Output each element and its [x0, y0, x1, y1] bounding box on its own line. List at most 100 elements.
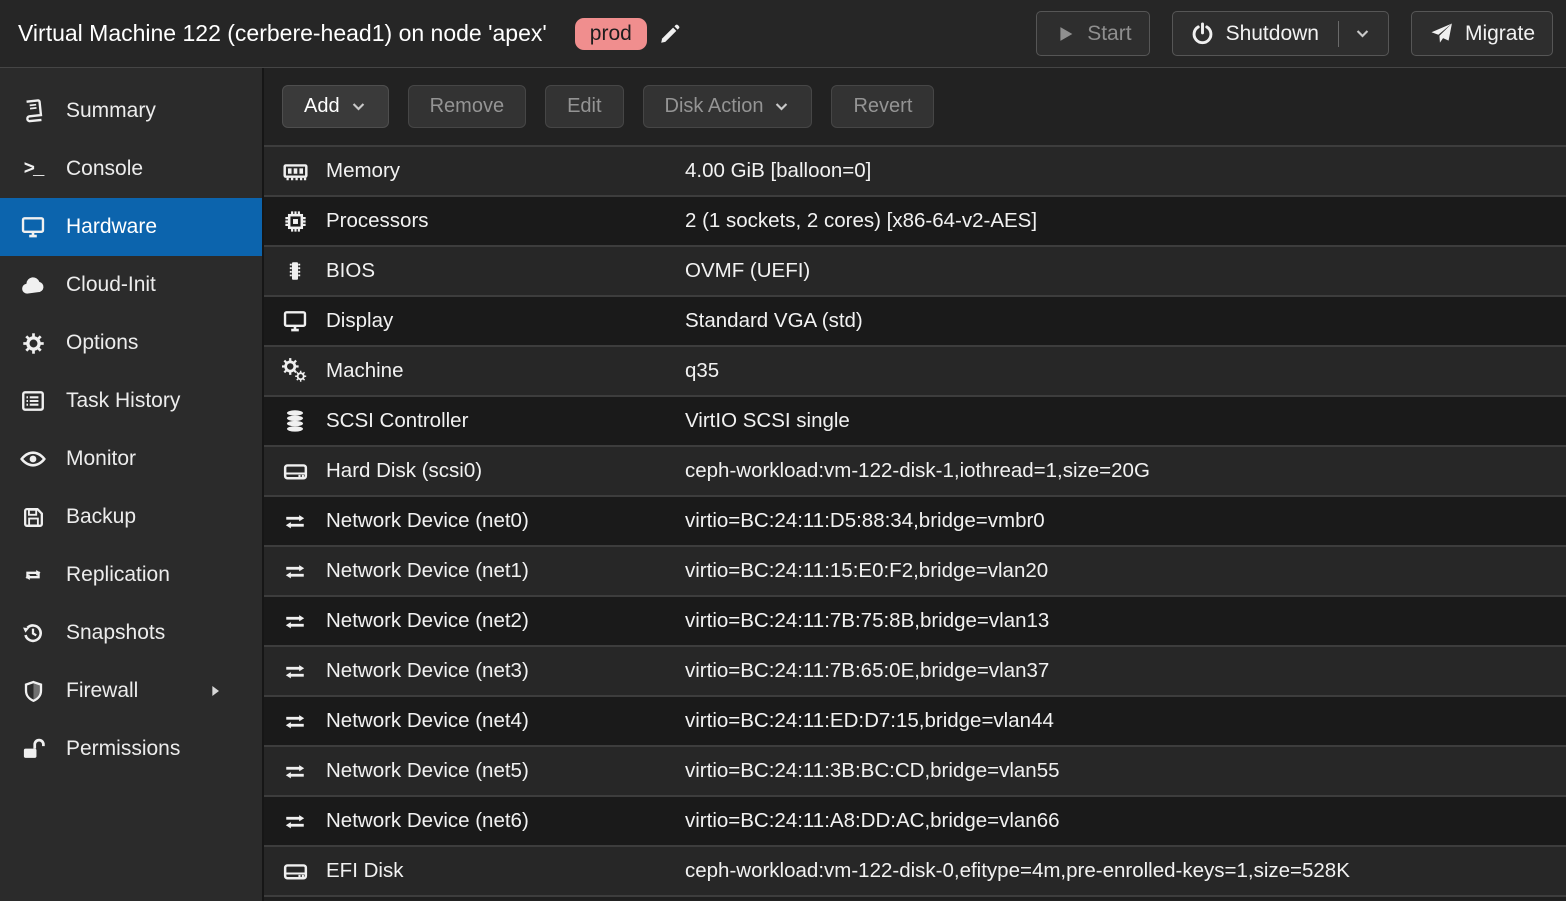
sidebar-item-label: Permissions: [66, 737, 180, 761]
exchange-icon: [264, 609, 326, 634]
toolbar-button-label: Revert: [853, 95, 912, 118]
gear-icon: [16, 331, 50, 356]
shield-icon: [16, 679, 50, 704]
sidebar-item-firewall[interactable]: Firewall: [0, 662, 262, 720]
row-value: 4.00 GiB [balloon=0]: [685, 159, 1566, 183]
sidebar-item-backup[interactable]: Backup: [0, 488, 262, 546]
toolbar-button-label: Remove: [430, 95, 504, 118]
sidebar-item-snapshots[interactable]: Snapshots: [0, 604, 262, 662]
sidebar-item-cloud-init[interactable]: Cloud-Init: [0, 256, 262, 314]
edit-button[interactable]: Edit: [545, 85, 623, 128]
hardware-toolbar: Add Remove Edit Disk Action Revert: [264, 68, 1566, 145]
sidebar-item-label: Task History: [66, 389, 180, 413]
toolbar-button-label: Edit: [567, 95, 601, 118]
table-row[interactable]: Network Device (net0)virtio=BC:24:11:D5:…: [264, 495, 1566, 545]
retweet-icon: [16, 563, 50, 587]
revert-button[interactable]: Revert: [831, 85, 934, 128]
sidebar-item-label: Snapshots: [66, 621, 165, 645]
history-icon: [16, 620, 50, 646]
table-row[interactable]: DisplayStandard VGA (std): [264, 295, 1566, 345]
hardware-table: Memory4.00 GiB [balloon=0]Processors2 (1…: [264, 145, 1566, 901]
sidebar-item-label: Backup: [66, 505, 136, 529]
migrate-button-label: Migrate: [1465, 22, 1535, 46]
sidebar-item-label: Cloud-Init: [66, 273, 156, 297]
row-label: Network Device (net0): [326, 509, 685, 533]
terminal-icon: >_: [16, 158, 50, 180]
row-value: virtio=BC:24:11:D5:88:34,bridge=vmbr0: [685, 509, 1566, 533]
row-label: Network Device (net4): [326, 709, 685, 733]
table-row[interactable]: Network Device (net6)virtio=BC:24:11:A8:…: [264, 795, 1566, 845]
shutdown-button[interactable]: Shutdown: [1172, 11, 1389, 56]
table-row[interactable]: Processors2 (1 sockets, 2 cores) [x86-64…: [264, 195, 1566, 245]
row-label: Display: [326, 309, 685, 333]
chevron-down-icon: [773, 98, 790, 115]
table-row[interactable]: Network Device (net4)virtio=BC:24:11:ED:…: [264, 695, 1566, 745]
row-label: Network Device (net2): [326, 609, 685, 633]
pencil-icon[interactable]: [659, 22, 682, 45]
book-icon: [16, 98, 50, 124]
database-icon: [264, 407, 326, 435]
add-button[interactable]: Add: [282, 85, 389, 128]
chevron-down-icon[interactable]: [1354, 25, 1371, 42]
unlock-icon: [16, 736, 50, 762]
exchange-icon: [264, 759, 326, 784]
row-value: virtio=BC:24:11:A8:DD:AC,bridge=vlan66: [685, 809, 1566, 833]
row-value: Standard VGA (std): [685, 309, 1566, 333]
table-row[interactable]: Network Device (net1)virtio=BC:24:11:15:…: [264, 545, 1566, 595]
table-row[interactable]: BIOSOVMF (UEFI): [264, 245, 1566, 295]
row-label: Hard Disk (scsi0): [326, 459, 685, 483]
floppy-icon: [16, 505, 50, 530]
table-row[interactable]: Hard Disk (scsi0)ceph-workload:vm-122-di…: [264, 445, 1566, 495]
sidebar-item-replication[interactable]: Replication: [0, 546, 262, 604]
sidebar-item-label: Monitor: [66, 447, 136, 471]
toolbar-button-label: Add: [304, 95, 340, 118]
list-icon: [16, 388, 50, 414]
vm-header: Virtual Machine 122 (cerbere-head1) on n…: [0, 0, 1566, 68]
sidebar-item-options[interactable]: Options: [0, 314, 262, 372]
row-value: virtio=BC:24:11:3B:BC:CD,bridge=vlan55: [685, 759, 1566, 783]
row-value: ceph-workload:vm-122-disk-1,iothread=1,s…: [685, 459, 1566, 483]
sidebar-item-summary[interactable]: Summary: [0, 82, 262, 140]
row-label: Network Device (net1): [326, 559, 685, 583]
display-icon: [16, 214, 50, 240]
start-button[interactable]: Start: [1036, 11, 1149, 56]
exchange-icon: [264, 559, 326, 584]
exchange-icon: [264, 659, 326, 684]
page-title: Virtual Machine 122 (cerbere-head1) on n…: [18, 20, 547, 47]
eye-icon: [16, 445, 50, 473]
sidebar-item-hardware[interactable]: Hardware: [0, 198, 262, 256]
table-row[interactable]: SCSI ControllerVirtIO SCSI single: [264, 395, 1566, 445]
caret-right-icon[interactable]: [198, 683, 232, 699]
row-label: Network Device (net3): [326, 659, 685, 683]
row-value: 2 (1 sockets, 2 cores) [x86-64-v2-AES]: [685, 209, 1566, 233]
row-label: Network Device (net6): [326, 809, 685, 833]
hdd-icon: [264, 858, 326, 885]
migrate-button[interactable]: Migrate: [1411, 11, 1553, 56]
remove-button[interactable]: Remove: [408, 85, 526, 128]
sidebar-item-monitor[interactable]: Monitor: [0, 430, 262, 488]
row-label: EFI Disk: [326, 859, 685, 883]
disk-action-button[interactable]: Disk Action: [643, 85, 813, 128]
exchange-icon: [264, 509, 326, 534]
row-value: virtio=BC:24:11:7B:75:8B,bridge=vlan13: [685, 609, 1566, 633]
start-button-label: Start: [1087, 22, 1131, 46]
row-value: virtio=BC:24:11:7B:65:0E,bridge=vlan37: [685, 659, 1566, 683]
table-row[interactable]: Network Device (net5)virtio=BC:24:11:3B:…: [264, 745, 1566, 795]
cpu-icon: [264, 208, 326, 235]
send-icon: [1429, 21, 1454, 46]
sidebar-item-label: Summary: [66, 99, 156, 123]
table-row[interactable]: Memory4.00 GiB [balloon=0]: [264, 145, 1566, 195]
chevron-down-icon: [350, 98, 367, 115]
table-row[interactable]: Machineq35: [264, 345, 1566, 395]
sidebar-item-permissions[interactable]: Permissions: [0, 720, 262, 778]
table-row[interactable]: Network Device (net3)virtio=BC:24:11:7B:…: [264, 645, 1566, 695]
play-icon: [1054, 23, 1076, 45]
table-row[interactable]: EFI Diskceph-workload:vm-122-disk-0,efit…: [264, 845, 1566, 895]
sidebar-item-console[interactable]: >_Console: [0, 140, 262, 198]
table-row[interactable]: Network Device (net2)virtio=BC:24:11:7B:…: [264, 595, 1566, 645]
sidebar-item-task-history[interactable]: Task History: [0, 372, 262, 430]
sidebar-item-label: Firewall: [66, 679, 138, 703]
row-label: Machine: [326, 359, 685, 383]
cloud-icon: [16, 272, 50, 299]
row-value: ceph-workload:vm-122-disk-0,efitype=4m,p…: [685, 859, 1566, 883]
